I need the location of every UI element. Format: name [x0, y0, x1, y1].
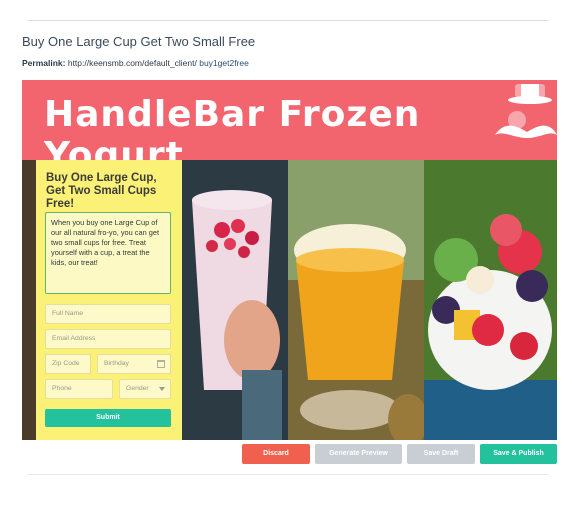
- page-title: Buy One Large Cup Get Two Small Free: [22, 34, 256, 49]
- permalink-label: Permalink:: [22, 58, 66, 68]
- full-name-input[interactable]: Full Name: [45, 304, 171, 324]
- smoothie-photo: [182, 160, 288, 440]
- top-divider: [28, 20, 548, 21]
- offer-heading: Buy One Large Cup, Get Two Small Cups Fr…: [46, 172, 157, 210]
- chevron-down-icon: [159, 387, 165, 391]
- generate-preview-button[interactable]: Generate Preview: [315, 444, 402, 464]
- submit-button[interactable]: Submit: [45, 409, 171, 427]
- save-publish-button[interactable]: Save & Publish: [480, 444, 557, 464]
- photo-edge-strip: [22, 160, 36, 440]
- save-draft-button[interactable]: Save Draft: [407, 444, 475, 464]
- bottom-divider: [28, 474, 548, 475]
- phone-input[interactable]: Phone: [45, 379, 113, 399]
- gender-placeholder: Gender: [126, 385, 149, 392]
- landing-page-preview: HandleBar Frozen Yogurt Buy One Large Cu…: [22, 80, 557, 440]
- permalink-slug-link[interactable]: buy1get2free: [199, 58, 249, 68]
- signup-form-panel: Buy One Large Cup, Get Two Small Cups Fr…: [36, 160, 182, 440]
- permalink-base: http://keensmb.com/default_client/: [67, 58, 197, 68]
- discard-button[interactable]: Discard: [242, 444, 310, 464]
- brand-banner: HandleBar Frozen Yogurt: [22, 80, 557, 176]
- offer-message-textarea[interactable]: When you buy one Large Cup of our all na…: [45, 212, 171, 294]
- email-input[interactable]: Email Address: [45, 329, 171, 349]
- calendar-icon: [157, 360, 165, 368]
- zip-code-input[interactable]: Zip Code: [45, 354, 91, 374]
- permalink-row: Permalink: http://keensmb.com/default_cl…: [22, 58, 249, 68]
- mustache-icon: [495, 84, 557, 138]
- fruit-photo: [424, 160, 557, 440]
- birthday-input[interactable]: Birthday: [97, 354, 171, 374]
- tea-photo: [288, 160, 424, 440]
- gender-select[interactable]: Gender: [119, 379, 171, 399]
- birthday-placeholder: Birthday: [104, 360, 129, 367]
